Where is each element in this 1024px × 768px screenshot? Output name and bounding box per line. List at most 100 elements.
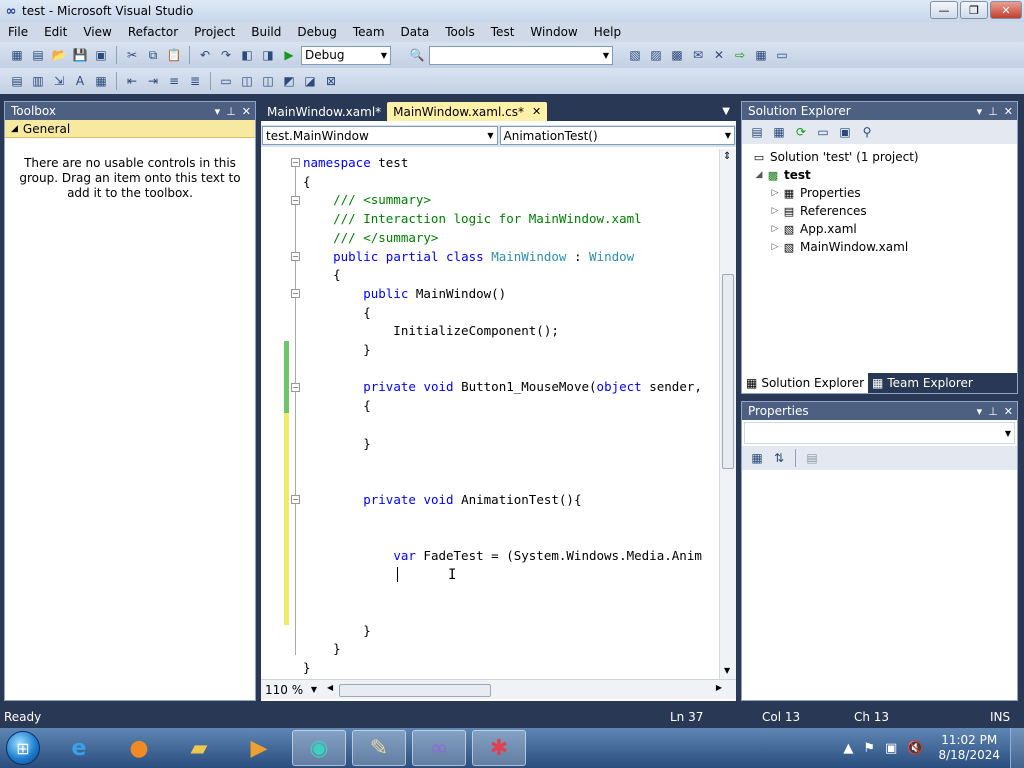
- fold-minus-icon[interactable]: −: [291, 383, 300, 392]
- file-explorer-icon[interactable]: ▰: [172, 730, 226, 766]
- increase-indent-icon[interactable]: ⇥: [144, 72, 162, 90]
- start-page-icon[interactable]: ▦: [752, 46, 770, 64]
- internet-explorer-icon[interactable]: e: [52, 730, 106, 766]
- visual-studio-icon[interactable]: ∞: [412, 730, 466, 766]
- display-quick-info-icon[interactable]: ⇲: [50, 72, 68, 90]
- menu-window[interactable]: Window: [522, 22, 585, 42]
- save-all-icon[interactable]: ▣: [92, 46, 110, 64]
- start-button[interactable]: ⊞: [0, 728, 46, 768]
- property-pages-icon[interactable]: ▤: [803, 449, 821, 467]
- scroll-right-icon[interactable]: ▶: [716, 683, 722, 692]
- expand-triangle-icon[interactable]: ▷: [768, 224, 782, 234]
- window-position-icon[interactable]: ▾: [215, 105, 221, 118]
- scroll-down-icon[interactable]: ▼: [724, 666, 730, 675]
- add-item-icon[interactable]: ▤: [29, 46, 47, 64]
- pin-icon[interactable]: ⊥: [988, 105, 998, 118]
- previous-bookmark-folder-icon[interactable]: ◩: [280, 72, 298, 90]
- navigate-back-icon[interactable]: ◧: [238, 46, 256, 64]
- types-dropdown[interactable]: test.MainWindow ▼: [262, 126, 498, 145]
- toolbox-group-general[interactable]: ◢ General: [5, 120, 255, 138]
- menu-test[interactable]: Test: [483, 22, 523, 42]
- view-code-icon[interactable]: ▭: [814, 123, 832, 141]
- scroll-left-icon[interactable]: ◀: [327, 683, 333, 692]
- paint-icon[interactable]: ✎: [352, 730, 406, 766]
- display-parameter-info-icon[interactable]: ▥: [29, 72, 47, 90]
- categorized-icon[interactable]: ▦: [748, 449, 766, 467]
- fold-minus-icon[interactable]: −: [291, 158, 300, 167]
- tab-team-explorer[interactable]: ▦ Team Explorer: [868, 373, 977, 393]
- find-combo[interactable]: ▼: [429, 45, 613, 65]
- tab-mainwindow-xaml-cs[interactable]: MainWindow.xaml.cs* ✕: [387, 102, 548, 121]
- menu-view[interactable]: View: [75, 22, 119, 42]
- collapse-triangle-icon[interactable]: ◢: [752, 170, 766, 180]
- display-word-completion-icon[interactable]: A: [71, 72, 89, 90]
- tab-solution-explorer[interactable]: ▦ Solution Explorer: [742, 373, 869, 393]
- tools-icon[interactable]: ✕: [710, 46, 728, 64]
- next-bookmark-icon[interactable]: ◫: [259, 72, 277, 90]
- expand-triangle-icon[interactable]: ▷: [768, 188, 782, 198]
- navigate-forward-icon[interactable]: ◨: [259, 46, 277, 64]
- decrease-indent-icon[interactable]: ⇤: [123, 72, 141, 90]
- extension-manager-icon[interactable]: ⇨: [731, 46, 749, 64]
- code-text-area[interactable]: − − − − − − namespace test { /// <summary…: [261, 149, 719, 679]
- paste-icon[interactable]: 📋: [165, 46, 183, 64]
- close-button[interactable]: ✕: [990, 1, 1022, 19]
- toggle-bookmark-icon[interactable]: ▭: [217, 72, 235, 90]
- members-dropdown[interactable]: AnimationTest() ▼: [499, 126, 735, 145]
- show-desktop-button[interactable]: [1010, 728, 1024, 768]
- tree-item-mainwindow-xaml[interactable]: ▷ ▧ MainWindow.xaml: [742, 238, 1017, 256]
- tree-item-app-xaml[interactable]: ▷ ▧ App.xaml: [742, 220, 1017, 238]
- clear-bookmarks-icon[interactable]: ⊠: [322, 72, 340, 90]
- display-object-member-list-icon[interactable]: ▤: [8, 72, 26, 90]
- split-handle-icon[interactable]: ⇕: [723, 151, 731, 162]
- properties-window-icon[interactable]: ▨: [647, 46, 665, 64]
- undo-icon[interactable]: ↶: [196, 46, 214, 64]
- refresh-icon[interactable]: ⟳: [792, 123, 810, 141]
- cut-icon[interactable]: ✂: [123, 46, 141, 64]
- menu-tools[interactable]: Tools: [437, 22, 483, 42]
- window-position-icon[interactable]: ▾: [977, 105, 983, 118]
- menu-file[interactable]: File: [0, 22, 36, 42]
- class-diagram-icon[interactable]: ⚲: [858, 123, 876, 141]
- copy-icon[interactable]: ⧉: [144, 46, 162, 64]
- complete-word-icon[interactable]: ▦: [92, 72, 110, 90]
- expand-triangle-icon[interactable]: ▷: [768, 242, 782, 252]
- redo-icon[interactable]: ↷: [217, 46, 235, 64]
- app-globe-icon[interactable]: ◉: [292, 730, 346, 766]
- network-app-icon[interactable]: ✱: [472, 730, 526, 766]
- object-selector-dropdown[interactable]: ▼: [744, 422, 1015, 444]
- open-file-icon[interactable]: 📂: [50, 46, 68, 64]
- zoom-dropdown[interactable]: 110 % ▼: [261, 681, 321, 699]
- horizontal-scrollbar[interactable]: ◀ ▶: [327, 682, 726, 698]
- minimize-button[interactable]: —: [930, 1, 958, 19]
- network-icon[interactable]: ▣: [885, 741, 897, 756]
- menu-refactor[interactable]: Refactor: [120, 22, 186, 42]
- menu-team[interactable]: Team: [345, 22, 393, 42]
- view-designer-icon[interactable]: ▣: [836, 123, 854, 141]
- fold-minus-icon[interactable]: −: [291, 196, 300, 205]
- close-icon[interactable]: ✕: [1004, 405, 1013, 418]
- start-debugging-icon[interactable]: ▶: [280, 46, 298, 64]
- close-icon[interactable]: ✕: [242, 105, 251, 118]
- tree-item-properties[interactable]: ▷ ▦ Properties: [742, 184, 1017, 202]
- menu-debug[interactable]: Debug: [289, 22, 344, 42]
- menu-data[interactable]: Data: [393, 22, 438, 42]
- vertical-scrollbar[interactable]: ⇕ ▼: [719, 149, 736, 679]
- next-bookmark-folder-icon[interactable]: ◪: [301, 72, 319, 90]
- menu-edit[interactable]: Edit: [36, 22, 75, 42]
- show-all-files-icon[interactable]: ▦: [770, 123, 788, 141]
- fold-minus-icon[interactable]: −: [291, 252, 300, 261]
- uncomment-icon[interactable]: ≣: [186, 72, 204, 90]
- fold-minus-icon[interactable]: −: [291, 495, 300, 504]
- object-browser-icon[interactable]: ▩: [668, 46, 686, 64]
- media-player-icon[interactable]: ▶: [232, 730, 286, 766]
- expand-triangle-icon[interactable]: ▷: [768, 206, 782, 216]
- tree-project[interactable]: ◢ ▩ test: [742, 166, 1017, 184]
- tab-mainwindow-xaml[interactable]: MainWindow.xaml*: [261, 102, 387, 121]
- volume-muted-icon[interactable]: 🔇: [907, 741, 923, 756]
- comment-out-icon[interactable]: ≡: [165, 72, 183, 90]
- toolbox-icon[interactable]: ✉: [689, 46, 707, 64]
- properties-icon[interactable]: ▤: [748, 123, 766, 141]
- find-in-files-icon[interactable]: 🔍: [408, 46, 426, 64]
- pin-icon[interactable]: ⊥: [988, 405, 998, 418]
